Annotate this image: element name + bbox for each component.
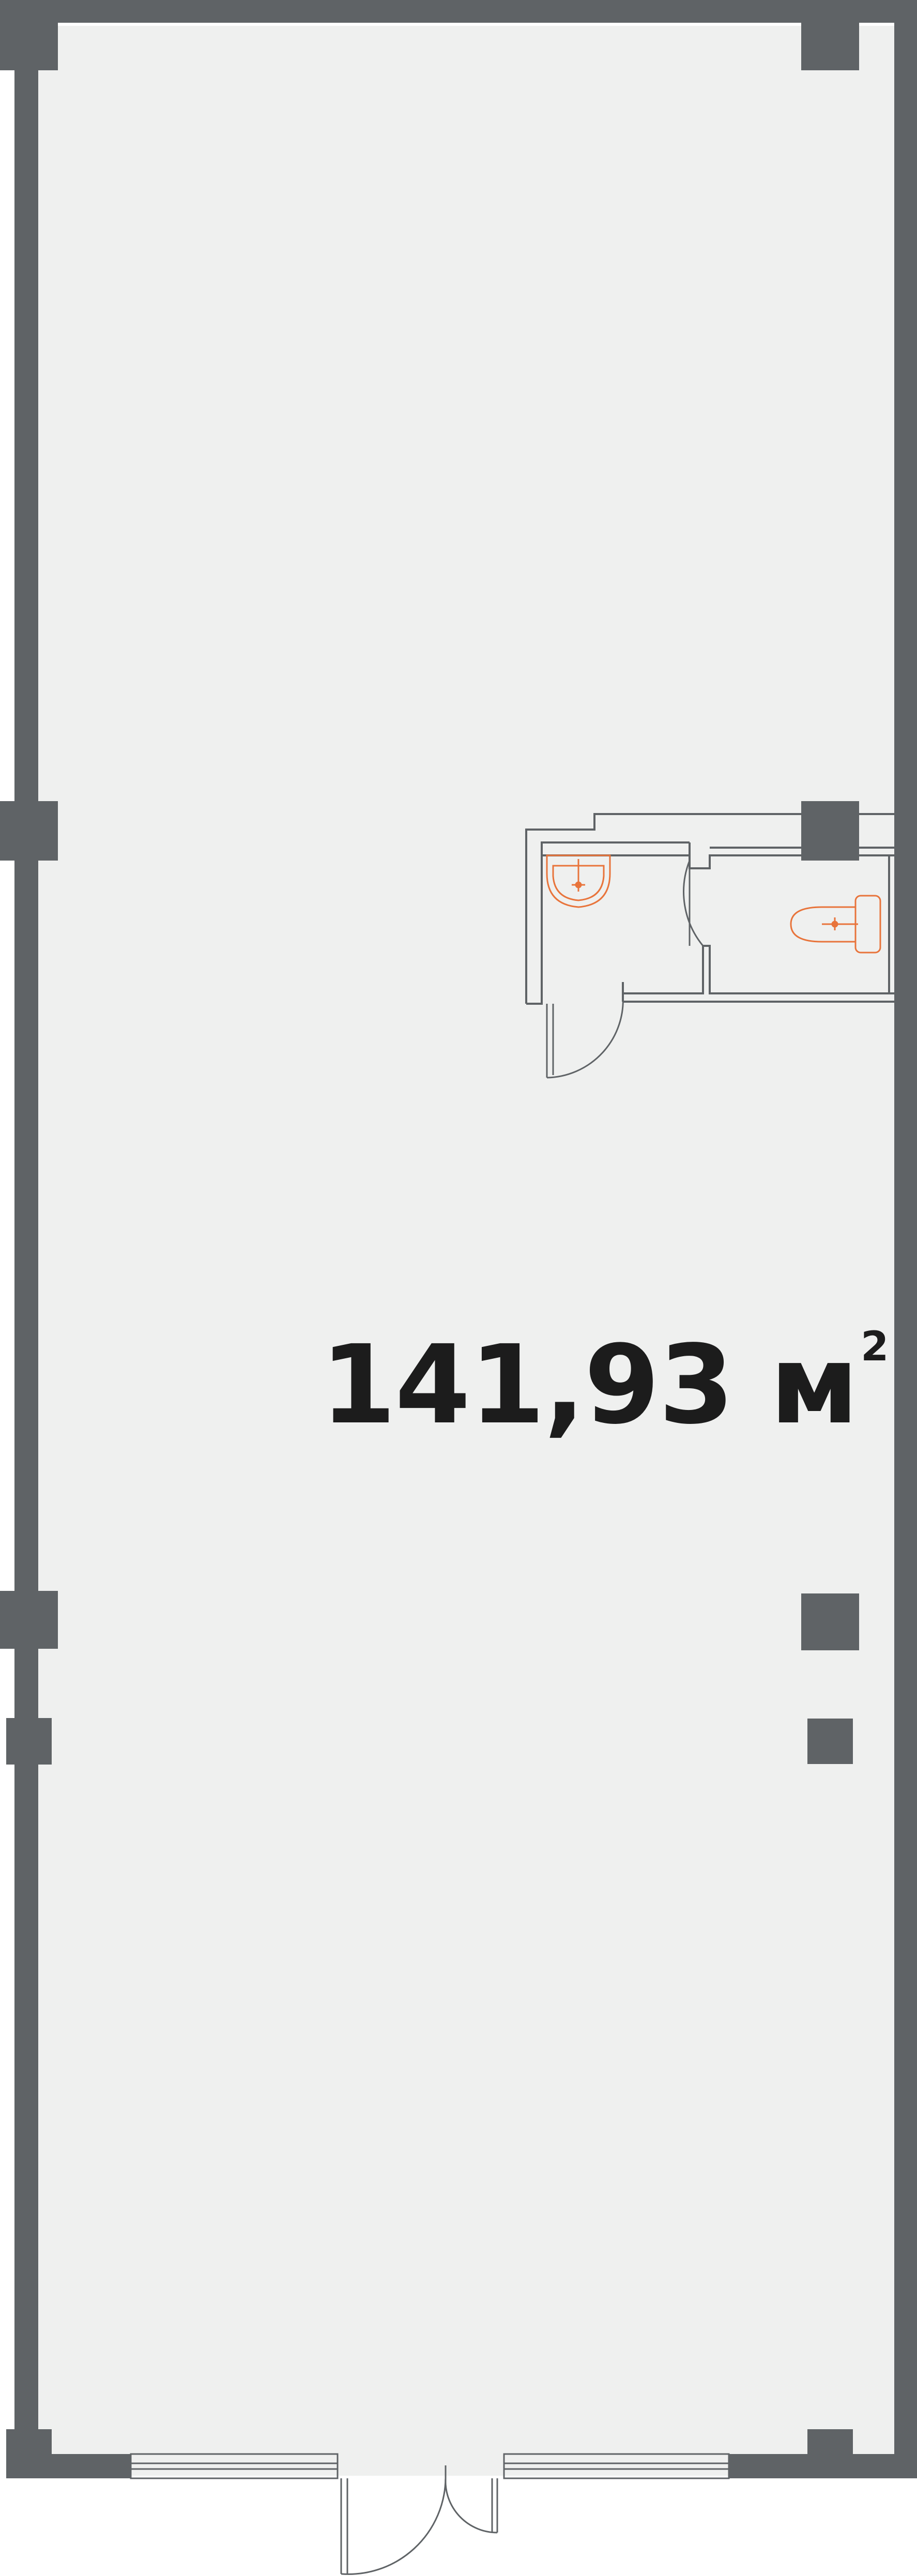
- door-swing-icon: [341, 2478, 447, 2575]
- floor-area: [36, 26, 894, 2476]
- wall-top: [14, 0, 917, 23]
- area-unit: м: [770, 1322, 859, 1448]
- floor-plan: [0, 0, 917, 2575]
- area-unit-exponent: 2: [861, 1324, 889, 1370]
- column-icon: [807, 1719, 853, 1764]
- area-value: 141,93: [320, 1322, 734, 1448]
- column-icon: [0, 1591, 58, 1649]
- column-icon: [801, 0, 859, 70]
- column-icon: [801, 1593, 859, 1650]
- door-swing-icon: [445, 2478, 498, 2534]
- column-icon: [0, 801, 58, 861]
- column-icon: [6, 2429, 52, 2478]
- area-label: 141,93 м2: [320, 1327, 889, 1439]
- column-icon: [0, 0, 58, 70]
- column-icon: [6, 1718, 52, 1765]
- column-icon: [801, 801, 859, 861]
- wall-left: [14, 0, 38, 2478]
- wall-right: [894, 0, 917, 2478]
- column-icon: [807, 2429, 853, 2478]
